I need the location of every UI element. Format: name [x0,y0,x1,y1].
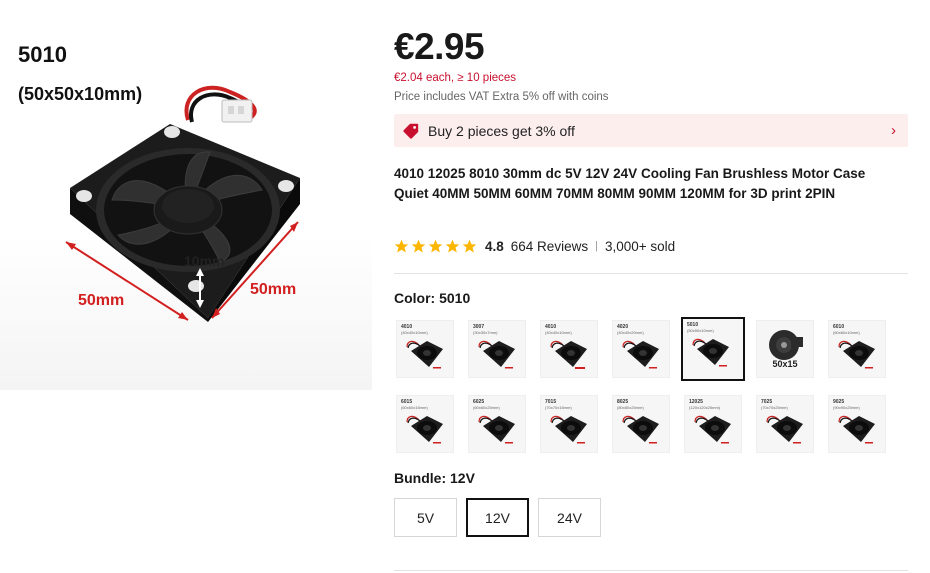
star-icon [462,239,477,252]
star-rating [394,239,477,254]
color-swatch[interactable]: 7015 (70x70x15mm) [540,395,598,453]
rating-summary[interactable]: 4.8 664 Reviews | 3,000+ sold [394,236,675,256]
color-swatch[interactable]: 5010 (50x50x10mm) [681,317,745,381]
star-icon [411,239,426,252]
cooling-fan-illustration [65,85,300,322]
promo-banner[interactable]: Buy 2 pieces get 3% off › [394,114,908,147]
bundle-option-12v[interactable]: 12V [466,498,529,537]
color-swatch[interactable]: 4020 (40x40x20mm) [612,320,670,378]
bundle-option-5v[interactable]: 5V [394,498,457,537]
divider [394,273,908,274]
swatch-size: (40x40x20mm) [617,330,644,335]
color-swatch[interactable]: 50x15 [756,320,814,378]
star-icon [428,239,443,252]
review-count-link[interactable]: 664 Reviews [511,239,588,254]
swatch-size: (60x60x15mm) [401,405,428,410]
tag-icon [403,123,419,139]
product-title: 4010 12025 8010 30mm dc 5V 12V 24V Cooli… [394,166,866,201]
rating-separator: | [595,240,598,252]
color-swatch-grid: 4010 (40x40x10mm) 3007 (30x30x7mm) 4010 (40x4… [396,317,896,453]
dimension-label-height: 10mm [184,253,225,269]
color-swatch[interactable]: 7025 (70x70x25mm) [756,395,814,453]
dimension-label-depth: 50mm [250,281,297,298]
color-swatch[interactable]: 9025 (90x90x25mm) [828,395,886,453]
color-swatch[interactable]: 8025 (80x80x25mm) [612,395,670,453]
swatch-label: 50x15 [772,359,798,369]
vat-note: Price includes VAT Extra 5% off with coi… [394,91,609,103]
bundle-options: 5V 12V 24V [394,498,601,537]
swatch-size: (60x60x25mm) [473,405,500,410]
product-main-image[interactable]: 5010 (50x50x10mm) 10mm 50mm 50mm [0,0,372,390]
color-swatch[interactable]: 3007 (30x30x7mm) [468,320,526,378]
swatch-size: (80x80x25mm) [617,405,644,410]
price: €2.95 [394,26,485,67]
sold-count: 3,000+ sold [604,238,676,254]
bundle-option-label: Bundle: 12V [394,470,475,486]
color-swatch[interactable]: 6015 (60x60x15mm) [396,395,454,453]
color-swatch[interactable]: 6010 (60x60x10mm) [828,320,886,378]
color-option-label: Color: 5010 [394,290,471,306]
rating-score: 4.8 [485,238,504,254]
swatch-size: (120x120x25mm) [689,405,721,410]
swatch-size: (60x60x10mm) [833,330,860,335]
color-swatch[interactable]: 6025 (60x60x25mm) [468,395,526,453]
swatch-size: (40x40x10mm) [401,330,428,335]
color-swatch[interactable]: 4010 (40x40x10mm) [540,320,598,378]
chevron-right-icon: › [891,122,896,139]
bundle-option-24v[interactable]: 24V [538,498,601,537]
color-swatch[interactable]: 4010 (40x40x10mm) [396,320,454,378]
star-icon [394,239,409,252]
swatch-size: (40x40x10mm) [545,330,572,335]
swatch-size: (50x50x10mm) [687,328,714,333]
bulk-price-note: €2.04 each, ≥ 10 pieces [394,72,517,84]
star-icon [445,239,460,252]
swatch-size: (70x70x25mm) [761,405,788,410]
swatch-size: (90x90x25mm) [833,405,860,410]
swatch-size: (30x30x7mm) [473,330,498,335]
dimension-label-width: 50mm [78,292,125,309]
divider [394,570,908,571]
promo-text: Buy 2 pieces get 3% off [428,122,575,139]
swatch-size: (70x70x15mm) [545,405,572,410]
color-swatch[interactable]: 12025 (120x120x25mm) [684,395,742,453]
